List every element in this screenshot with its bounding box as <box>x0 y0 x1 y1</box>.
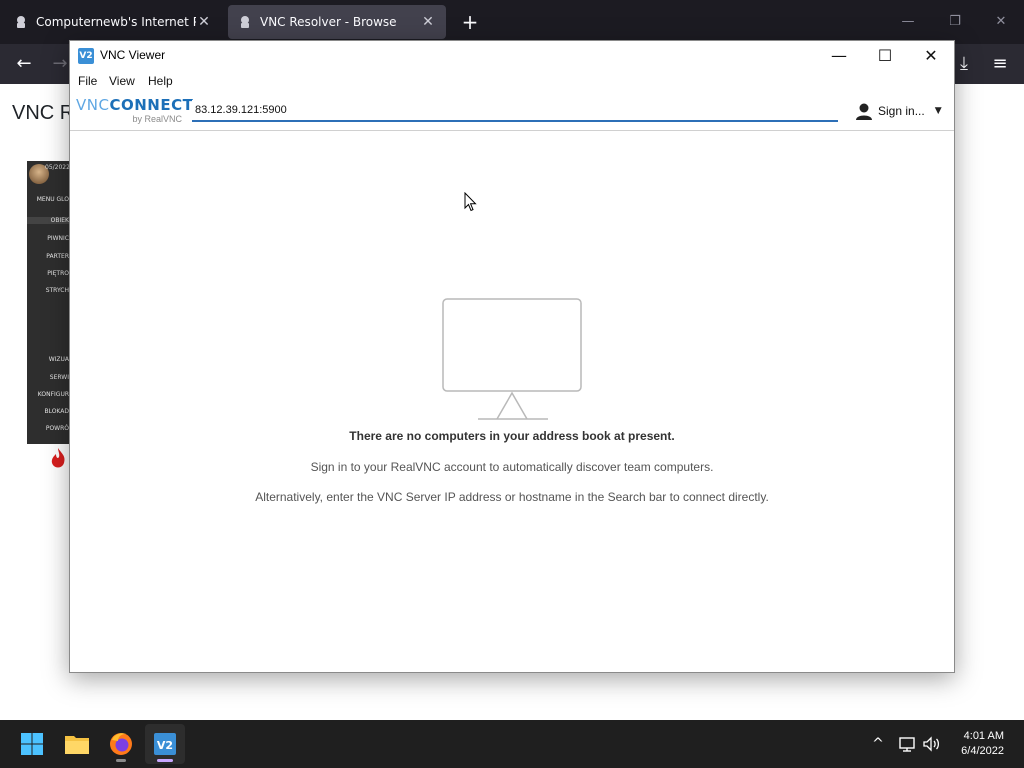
vnc-search-input[interactable] <box>192 100 838 122</box>
vnc-maximize-button[interactable]: ☐ <box>862 41 908 71</box>
tab-close-icon[interactable]: ✕ <box>420 14 436 30</box>
thumbnail-menu-item: POWRÓ <box>45 425 69 432</box>
thumbnail-menu-item: SERWI <box>49 374 69 381</box>
taskbar-vnc-viewer[interactable]: V2 <box>145 724 185 764</box>
empty-state-search-hint: Alternatively, enter the VNC Server IP a… <box>255 490 769 504</box>
windows-logo-icon <box>21 733 43 755</box>
vnc-titlebar[interactable]: V2 VNC Viewer — ☐ ✕ <box>70 41 954 71</box>
vnc-window-title: VNC Viewer <box>100 48 166 62</box>
network-icon[interactable] <box>897 734 917 754</box>
vnc-close-button[interactable]: ✕ <box>908 41 954 71</box>
app-menu-button[interactable]: ≡ <box>988 52 1012 76</box>
browser-minimize-button[interactable]: — <box>885 0 931 44</box>
thumbnail-menu-item: MENU GLO <box>36 196 69 203</box>
user-icon <box>856 103 872 120</box>
thumbnail-menu-item: PIĘTRO <box>47 270 69 277</box>
tab-close-icon[interactable]: ✕ <box>196 14 212 30</box>
empty-state-heading: There are no computers in your address b… <box>349 429 675 443</box>
menu-view[interactable]: View <box>109 74 135 88</box>
vnc-menubar: File View Help <box>70 71 954 91</box>
browser-tab-computernewb[interactable]: Computernewb's Internet Pub ✕ <box>4 5 222 39</box>
running-indicator <box>157 759 173 762</box>
browser-restore-button[interactable]: ❐ <box>932 0 978 44</box>
address-book-area: There are no computers in your address b… <box>70 131 954 672</box>
clock-date: 6/4/2022 <box>961 745 1004 757</box>
sign-in-button[interactable]: Sign in... ▼ <box>854 99 950 123</box>
clock-time: 4:01 AM <box>963 730 1004 742</box>
computer-monitor-icon <box>442 298 582 420</box>
back-button[interactable]: ← <box>12 52 36 76</box>
thumbnail-menu-item: KONFIGUR <box>37 391 69 398</box>
taskbar-firefox[interactable] <box>101 724 141 764</box>
vnc-app-icon: V2 <box>78 48 94 64</box>
chevron-down-icon: ▼ <box>934 106 942 116</box>
browser-close-button[interactable]: ✕ <box>978 0 1024 44</box>
taskbar: V2 ^ 4:01 AM 6/4/2022 <box>0 720 1024 768</box>
thumbnail-menu-item: PARTER <box>46 253 69 260</box>
menu-file[interactable]: File <box>78 74 97 88</box>
sign-in-label: Sign in... <box>878 104 925 118</box>
vnc-viewer-window: V2 VNC Viewer — ☐ ✕ File View Help VNCCO… <box>69 40 955 673</box>
tab-label: Computernewb's Internet Pub <box>36 15 196 29</box>
thumbnail-menu-item: PIWNIC <box>47 235 69 242</box>
taskbar-file-explorer[interactable] <box>57 724 97 764</box>
tab-label: VNC Resolver - Browse <box>260 15 397 29</box>
thumbnail-menu-item: STRYCH <box>45 287 69 294</box>
tab-favicon-icon <box>17 16 25 28</box>
tab-favicon-icon <box>241 16 249 28</box>
vnc-minimize-button[interactable]: — <box>816 41 862 71</box>
menu-help[interactable]: Help <box>148 74 173 88</box>
brand-connect: CONNECT <box>109 96 194 114</box>
volume-icon[interactable] <box>921 734 941 754</box>
brand-sub: by RealVNC <box>132 114 182 124</box>
thumbnail-date: 05/2022 <box>45 164 70 171</box>
page-title: VNC R <box>12 102 75 124</box>
folder-icon <box>65 736 89 754</box>
fire-logo-icon <box>51 448 65 468</box>
vnc-connect-logo: VNCCONNECT by RealVNC <box>76 96 193 126</box>
thumbnail-menu-item: WIZUA <box>48 356 69 363</box>
remote-screenshot-thumbnail[interactable]: 05/2022 MENU GLO OBIEK PIWNIC PARTER PIĘ… <box>27 161 71 444</box>
thumbnail-menu-item: BLOKAD <box>44 408 69 415</box>
new-tab-button[interactable]: + <box>458 10 482 34</box>
svg-text:V2: V2 <box>157 739 173 752</box>
browser-tab-bar: Computernewb's Internet Pub ✕ VNC Resolv… <box>0 0 1024 44</box>
downloads-button[interactable]: ⤓ <box>952 52 976 76</box>
running-indicator <box>116 759 126 762</box>
firefox-icon <box>110 733 132 755</box>
vnc-viewer-icon: V2 <box>154 733 176 755</box>
browser-tab-vnc-resolver[interactable]: VNC Resolver - Browse ✕ <box>228 5 446 39</box>
mouse-cursor-icon <box>464 192 477 212</box>
vnc-toolbar: VNCCONNECT by RealVNC Sign in... ▼ <box>70 91 954 131</box>
chevron-up-icon[interactable]: ^ <box>868 734 888 754</box>
thumbnail-menu-item: OBIEK <box>27 217 71 224</box>
system-clock[interactable]: 4:01 AM 6/4/2022 <box>944 729 1004 759</box>
start-button[interactable] <box>12 724 52 764</box>
empty-state-signin-hint: Sign in to your RealVNC account to autom… <box>310 460 714 474</box>
brand-vnc: VNC <box>76 96 110 114</box>
